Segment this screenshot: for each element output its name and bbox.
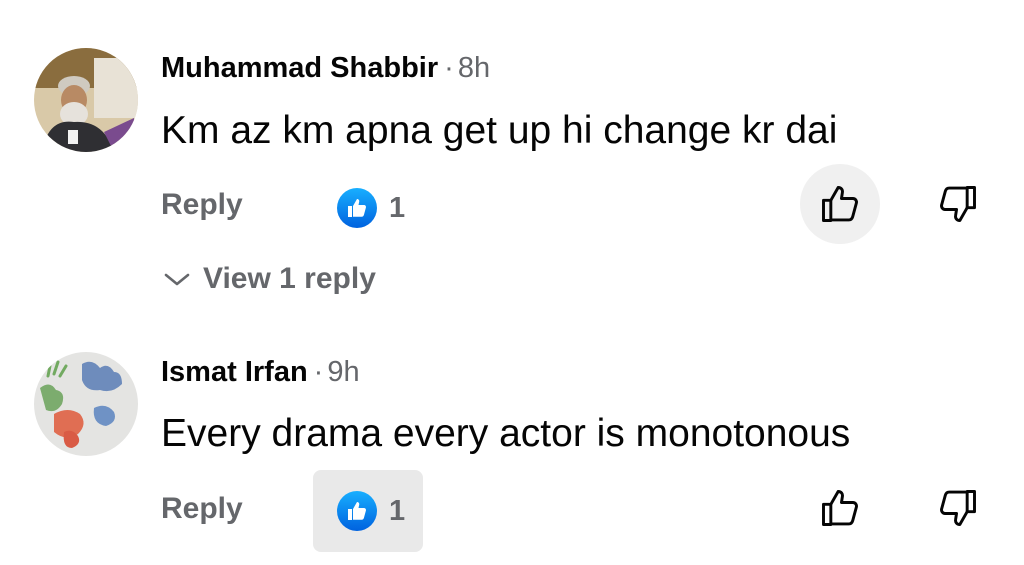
author-name[interactable]: Ismat Irfan <box>161 356 308 388</box>
avatar[interactable] <box>34 48 138 152</box>
comment-timestamp: 8h <box>457 52 491 84</box>
like-reaction-icon <box>337 188 377 228</box>
comment-text: Km az km apna get up hi change kr dai <box>161 109 838 152</box>
reactions-summary[interactable]: 1 <box>313 184 423 232</box>
avatar[interactable] <box>34 352 138 456</box>
reaction-count: 1 <box>389 191 406 224</box>
thumbs-down-icon <box>940 490 976 526</box>
comment-item: Ismat Irfan · 9h Every drama every actor i… <box>0 320 1024 565</box>
author-name[interactable]: Muhammad Shabbir <box>161 52 438 84</box>
comment-item: Muhammad Shabbir · 8h Km az km apna get up… <box>0 0 1024 320</box>
comment-text: Every drama every actor is monotonous <box>161 412 851 455</box>
comment-header: Ismat Irfan · 9h <box>161 356 360 388</box>
chevron-down-icon <box>164 273 190 286</box>
view-replies-button[interactable]: View 1 reply <box>163 262 376 296</box>
thumbs-down-icon <box>940 186 976 222</box>
dislike-button[interactable] <box>918 468 998 548</box>
reply-button[interactable]: Reply <box>161 492 243 526</box>
comment-header: Muhammad Shabbir · 8h <box>161 52 490 84</box>
dislike-button[interactable] <box>918 164 998 244</box>
like-button[interactable] <box>800 468 880 548</box>
reactions-summary[interactable]: 1 <box>313 470 424 552</box>
view-replies-label: View 1 reply <box>203 262 376 295</box>
separator-dot: · <box>444 52 454 84</box>
reaction-count: 1 <box>389 494 406 527</box>
comment-timestamp: 9h <box>327 356 360 388</box>
like-button[interactable] <box>800 164 880 244</box>
reply-button[interactable]: Reply <box>161 188 243 222</box>
thumbs-up-icon <box>822 490 858 526</box>
separator-dot: · <box>313 356 324 388</box>
like-reaction-icon <box>337 491 377 531</box>
thumbs-up-icon <box>822 186 858 222</box>
